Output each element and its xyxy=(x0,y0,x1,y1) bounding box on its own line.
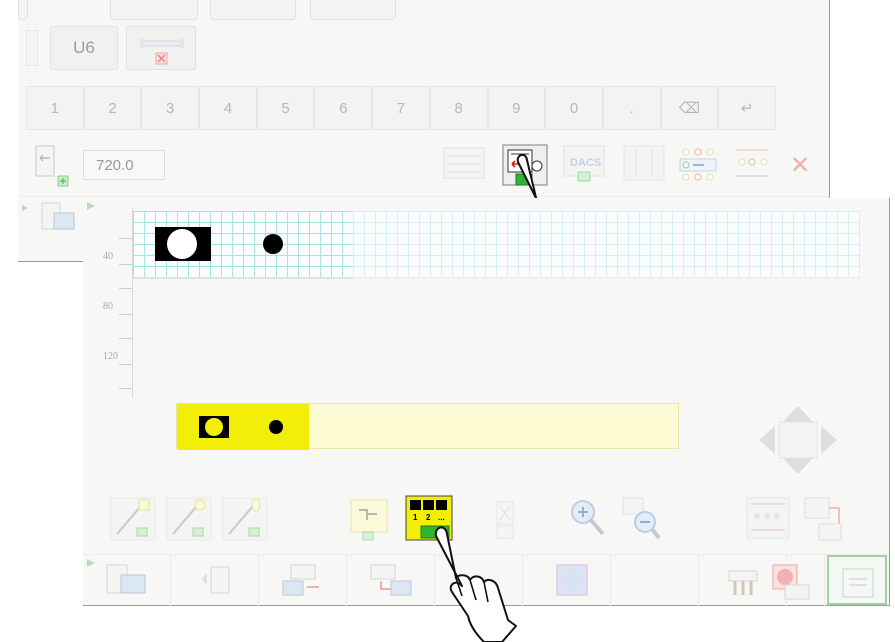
numeric-keypad: 1 2 3 4 5 6 7 8 9 0 . ⌫ ↵ xyxy=(26,86,776,130)
order-number: 1 xyxy=(413,513,418,522)
transfer-icon xyxy=(282,564,319,596)
key-6[interactable]: 6 xyxy=(314,86,373,130)
cut-length-button[interactable] xyxy=(34,142,74,188)
blade-layout-icon xyxy=(623,145,665,181)
arrow-down-icon[interactable] xyxy=(783,458,813,474)
arrow-right-icon[interactable] xyxy=(821,426,837,454)
zoom-out-button[interactable] xyxy=(617,494,665,544)
arrow-up-icon[interactable] xyxy=(783,406,813,422)
arrangement-button[interactable] xyxy=(347,494,395,544)
monitor-icon xyxy=(556,564,588,596)
arrangement-icon xyxy=(350,499,388,541)
selected-profile-section[interactable] xyxy=(177,404,309,450)
zoom-in-icon xyxy=(571,500,605,536)
navigation-arrows xyxy=(759,406,837,474)
selected-profile-bar[interactable] xyxy=(176,403,679,450)
profile-cross-section[interactable] xyxy=(155,227,211,261)
machine-screen-icon xyxy=(106,564,146,594)
key-0[interactable]: 0 xyxy=(545,86,603,130)
selected-hole-marker xyxy=(269,420,283,434)
key-decimal[interactable]: . xyxy=(602,86,661,130)
back-task-icon xyxy=(22,202,75,230)
unit-row-handle[interactable] xyxy=(26,30,38,66)
hole-marker[interactable] xyxy=(263,234,283,254)
pencil-oval-icon xyxy=(222,497,268,541)
pencil-circle-button[interactable] xyxy=(165,494,213,544)
cutting-grid[interactable] xyxy=(133,211,861,279)
pencil-square-button[interactable] xyxy=(109,494,157,544)
spacing-icon xyxy=(736,149,768,177)
blade-layout-button[interactable] xyxy=(622,144,666,184)
task-empty[interactable] xyxy=(611,555,699,607)
close-button[interactable]: ✕ xyxy=(790,154,810,178)
task-list[interactable] xyxy=(171,555,259,607)
key-9[interactable]: 9 xyxy=(487,86,546,130)
key-backspace[interactable]: ⌫ xyxy=(660,86,719,130)
sequence-pattern-icon xyxy=(746,497,790,539)
navigation-pad xyxy=(743,398,853,488)
zoom-in-button[interactable] xyxy=(563,494,611,544)
reverse-order-icon xyxy=(679,148,717,181)
key-2[interactable]: 2 xyxy=(83,86,142,130)
ruler-label: 80 xyxy=(103,301,113,312)
sequence-pattern-button[interactable] xyxy=(745,494,793,544)
u6-button[interactable]: U6 xyxy=(50,26,118,70)
ruler-label: 40 xyxy=(103,251,113,262)
key-4[interactable]: 4 xyxy=(199,86,257,130)
key-8[interactable]: 8 xyxy=(429,86,488,130)
length-value-field[interactable]: 720.0 xyxy=(83,150,165,180)
task-cutting-active[interactable] xyxy=(827,555,887,605)
task-monitor[interactable] xyxy=(523,555,611,607)
layout-options-button[interactable] xyxy=(442,144,486,184)
task-machine[interactable] xyxy=(83,555,171,607)
tab-stub[interactable] xyxy=(110,0,198,20)
task-stop[interactable] xyxy=(763,555,825,607)
page-link-button[interactable] xyxy=(801,494,849,544)
order-number: ... xyxy=(438,513,445,522)
key-3[interactable]: 3 xyxy=(141,86,200,130)
pencil-oval-button[interactable] xyxy=(221,494,269,544)
key-1[interactable]: 1 xyxy=(26,86,84,130)
layout-options-icon xyxy=(443,147,485,179)
ruler-label: 120 xyxy=(103,351,118,362)
profile-bar-button[interactable] xyxy=(126,26,196,70)
arrow-left-icon[interactable] xyxy=(759,426,775,454)
back-toolbar: 720.0 DACS ✕ xyxy=(26,140,816,188)
hand-pointer-icon xyxy=(434,526,517,642)
pencil-circle-icon xyxy=(166,497,212,541)
key-enter[interactable]: ↵ xyxy=(718,86,776,130)
key-7[interactable]: 7 xyxy=(372,86,430,130)
zoom-out-icon xyxy=(622,497,661,540)
cutting-machine-icon xyxy=(842,568,874,598)
tab-stub[interactable] xyxy=(210,0,296,20)
tools-icon xyxy=(728,570,758,595)
profile-bar-icon xyxy=(140,39,184,65)
top-tab-strip xyxy=(18,0,829,22)
pencil-square-icon xyxy=(110,497,156,541)
list-back-icon xyxy=(201,566,230,594)
import-icon xyxy=(370,564,412,596)
stop-sign-icon xyxy=(772,564,810,600)
page-link-icon xyxy=(804,497,842,541)
vertical-ruler: 40 80 120 xyxy=(83,208,133,398)
key-5[interactable]: 5 xyxy=(256,86,315,130)
spacing-button[interactable] xyxy=(730,144,774,184)
reverse-order-button[interactable] xyxy=(676,144,720,184)
tab-stub[interactable] xyxy=(18,0,28,20)
tab-stub[interactable] xyxy=(310,0,396,20)
order-number: 2 xyxy=(426,513,431,522)
task-transfer[interactable] xyxy=(259,555,347,607)
selected-profile-shape xyxy=(199,416,229,438)
cut-length-icon xyxy=(35,145,69,187)
